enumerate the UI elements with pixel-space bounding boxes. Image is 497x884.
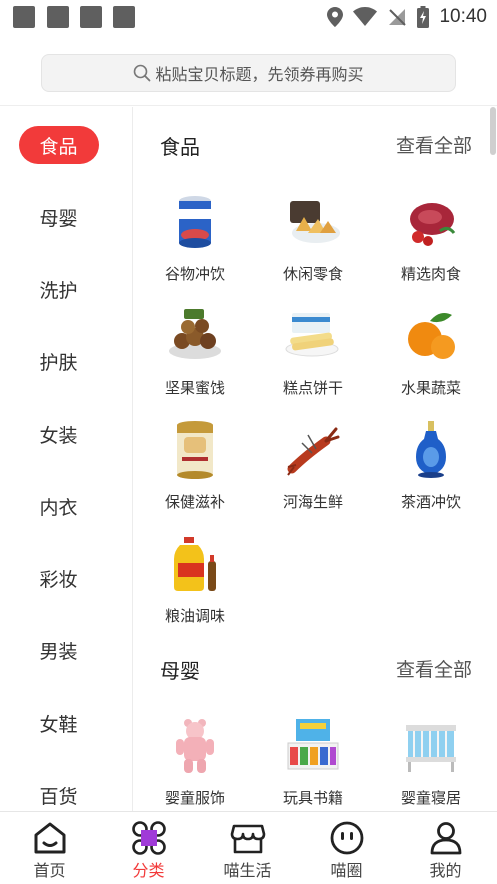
no-signal-icon: [389, 9, 407, 26]
content-scrollbar[interactable]: [490, 107, 496, 811]
sidebar-item-makeup[interactable]: 彩妆: [0, 558, 117, 598]
category-item-label: 糕点饼干: [282, 379, 343, 397]
scrollbar-thumb[interactable]: [490, 107, 496, 155]
sidebar-item-food[interactable]: 食品: [0, 125, 117, 165]
oil-bottle-icon: [174, 537, 216, 591]
category-item-label: 保健滋补: [164, 493, 225, 511]
sidebar-item-baby[interactable]: 母婴: [0, 197, 117, 237]
notification-icon: [13, 6, 35, 28]
crayfish-icon: [287, 427, 340, 476]
status-bar: 10:40: [0, 0, 497, 34]
category-item[interactable]: 糕点饼干: [254, 305, 372, 415]
category-item[interactable]: 婴童服饰: [136, 715, 254, 811]
crib-icon: [406, 725, 456, 772]
tab-label: 分类: [132, 861, 165, 880]
sidebar-item-label: 食品: [18, 126, 99, 164]
search-bar: 粘贴宝贝标题，先领券再购买: [0, 34, 497, 106]
category-item-label: 婴童寝居: [400, 789, 461, 807]
home-icon: [34, 822, 66, 854]
baby-clothes-icon: [176, 719, 214, 773]
nuts-icon: [169, 309, 221, 359]
sidebar-item-label: 母婴: [39, 207, 78, 230]
category-item[interactable]: 玩具书籍: [254, 715, 372, 811]
category-item-label: 粮油调味: [164, 607, 225, 625]
category-item-label: 婴童服饰: [164, 789, 225, 807]
category-item-label: 精选肉食: [400, 265, 461, 283]
meat-icon: [410, 203, 456, 246]
category-icon: [132, 821, 166, 855]
tab-label: 喵圈: [330, 861, 363, 880]
category-item[interactable]: 休闲零食: [254, 191, 372, 301]
sidebar-item-label: 护肤: [39, 351, 78, 374]
battery-charging-icon: [417, 6, 430, 28]
tab-label: 我的: [429, 861, 462, 880]
liquor-bottle-icon: [416, 421, 446, 478]
category-item-label: 茶酒冲饮: [400, 493, 461, 511]
bottom-tab-bar: 首页 分类 喵生活 喵圈 我的: [0, 811, 497, 884]
profile-icon: [430, 822, 462, 855]
category-item[interactable]: 谷物冲饮: [136, 191, 254, 301]
search-icon: [134, 64, 151, 82]
category-item[interactable]: 坚果蜜饯: [136, 305, 254, 415]
cereal-can-icon: [179, 196, 211, 248]
notification-icon: [47, 6, 69, 28]
category-item-label: 玩具书籍: [282, 789, 343, 807]
clock-time: 10:40: [439, 6, 487, 27]
sidebar-item-womenswear[interactable]: 女装: [0, 414, 117, 454]
category-item[interactable]: 婴童寝居: [372, 715, 490, 811]
section-title: 食品: [160, 135, 200, 159]
category-item-label: 水果蔬菜: [400, 379, 461, 397]
sidebar-item-label: 百货: [39, 785, 78, 808]
category-item-label: 谷物冲饮: [164, 265, 225, 283]
sidebar-item-label: 女鞋: [39, 713, 78, 736]
category-item[interactable]: 精选肉食: [372, 191, 490, 301]
tab-meow-life[interactable]: 喵生活: [198, 812, 297, 884]
tab-profile[interactable]: 我的: [396, 812, 495, 884]
search-input[interactable]: 粘贴宝贝标题，先领券再购买: [41, 54, 456, 92]
category-item-label: 河海生鲜: [282, 493, 343, 511]
toy-books-icon: [287, 719, 339, 770]
sidebar-item-label: 男装: [39, 640, 78, 663]
snack-icon: [290, 201, 340, 243]
pastry-icon: [285, 313, 339, 357]
store-icon: [230, 824, 266, 854]
smiley-icon: [330, 821, 364, 855]
category-content: 食品 查看全部 谷物冲饮 休闲零食 精选肉食 坚果蜜饯 糕点饼干 水果蔬菜 保健…: [134, 107, 490, 811]
category-item[interactable]: 水果蔬菜: [372, 305, 490, 415]
supplement-can-icon: [177, 421, 213, 479]
sidebar-item-menswear[interactable]: 男装: [0, 630, 117, 670]
category-item[interactable]: 粮油调味: [136, 533, 254, 643]
category-item[interactable]: 茶酒冲饮: [372, 419, 490, 529]
sidebar-item-skincare[interactable]: 护肤: [0, 341, 117, 381]
wifi-icon: [353, 7, 378, 26]
category-sidebar: 食品 母婴 洗护 护肤 女装 内衣 彩妆 男装 女鞋 百货: [0, 107, 133, 811]
search-placeholder: 粘贴宝贝标题，先领券再购买: [155, 65, 364, 84]
tab-label: 喵生活: [223, 861, 272, 880]
sidebar-item-label: 内衣: [39, 496, 78, 519]
orange-icon: [408, 313, 455, 359]
location-icon: [327, 7, 344, 27]
category-item-label: 休闲零食: [282, 265, 343, 283]
category-item-label: 坚果蜜饯: [164, 379, 225, 397]
sidebar-item-label: 洗护: [39, 279, 78, 302]
tab-label: 首页: [33, 861, 66, 880]
tab-meow-circle[interactable]: 喵圈: [297, 812, 396, 884]
category-item[interactable]: 河海生鲜: [254, 419, 372, 529]
view-all-link[interactable]: 查看全部: [396, 655, 472, 682]
category-item[interactable]: 保健滋补: [136, 419, 254, 529]
sidebar-item-womens-shoes[interactable]: 女鞋: [0, 703, 117, 743]
sidebar-item-label: 彩妆: [39, 568, 78, 591]
notification-icon: [113, 6, 135, 28]
tab-home[interactable]: 首页: [0, 812, 99, 884]
sidebar-item-underwear[interactable]: 内衣: [0, 486, 117, 526]
sidebar-item-washcare[interactable]: 洗护: [0, 269, 117, 309]
notification-icon: [80, 6, 102, 28]
tab-category[interactable]: 分类: [99, 812, 198, 884]
sidebar-item-label: 女装: [39, 424, 78, 447]
section-title: 母婴: [160, 659, 200, 683]
view-all-link[interactable]: 查看全部: [396, 131, 472, 158]
sidebar-item-general-goods[interactable]: 百货: [0, 775, 117, 811]
